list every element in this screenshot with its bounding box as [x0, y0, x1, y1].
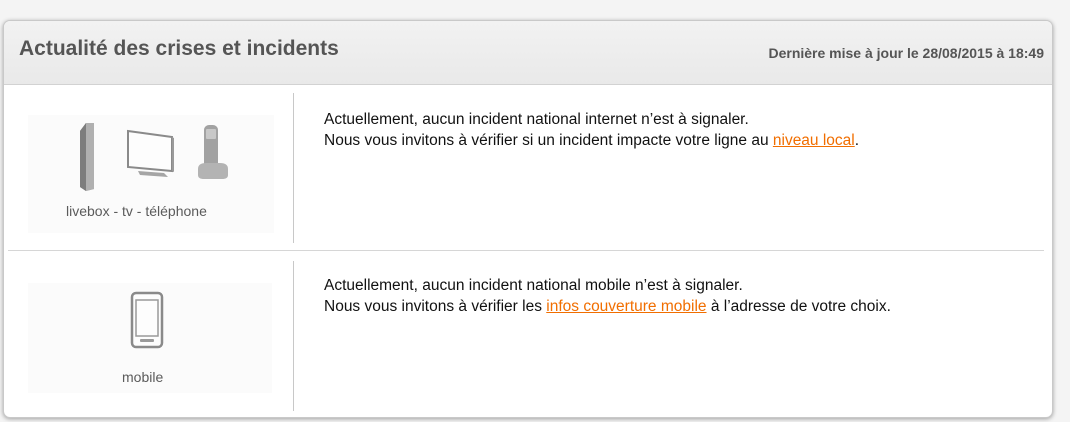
tv-icon	[127, 129, 174, 177]
advice-text-end: à l’adresse de votre choix.	[706, 298, 891, 315]
column-divider	[293, 261, 294, 411]
mobile-icon	[130, 291, 164, 349]
last-update-text: Dernière mise à jour le 28/08/2015 à 18:…	[768, 45, 1044, 61]
panel-title: Actualité des crises et incidents	[19, 37, 339, 60]
device-label-mobile: mobile	[122, 369, 164, 385]
device-illustration-mobile: mobile	[28, 283, 272, 393]
advice-text: Nous vous invitons à vérifier si un inci…	[324, 132, 773, 149]
device-illustration-home: livebox - tv - téléphone	[28, 115, 274, 233]
device-label-home: livebox - tv - téléphone	[66, 203, 207, 219]
advice-text-end: .	[854, 132, 860, 149]
row-divider	[8, 250, 1044, 251]
incident-row-mobile: mobile Actuellement, aucun incident nati…	[4, 259, 1052, 411]
panel-header: Actualité des crises et incidents Derniè…	[4, 21, 1052, 85]
incident-row-internet: livebox - tv - téléphone Actuellement, a…	[4, 91, 1052, 251]
incidents-panel: Actualité des crises et incidents Derniè…	[3, 20, 1053, 418]
livebox-icon	[80, 123, 94, 191]
infos-couverture-mobile-link[interactable]: infos couverture mobile	[546, 298, 706, 315]
phone-icon	[198, 125, 228, 179]
column-divider	[293, 93, 294, 243]
incident-advice-line: Nous vous invitons à vérifier les infos …	[324, 296, 891, 317]
advice-text: Nous vous invitons à vérifier les	[324, 298, 547, 315]
incident-message-internet: Actuellement, aucun incident national in…	[324, 109, 859, 151]
incident-advice-line: Nous vous invitons à vérifier si un inci…	[324, 130, 859, 151]
incident-message-mobile: Actuellement, aucun incident national mo…	[324, 275, 891, 317]
niveau-local-link[interactable]: niveau local	[773, 132, 855, 149]
incident-status-line: Actuellement, aucun incident national in…	[324, 111, 749, 128]
incident-status-line: Actuellement, aucun incident national mo…	[324, 277, 743, 294]
